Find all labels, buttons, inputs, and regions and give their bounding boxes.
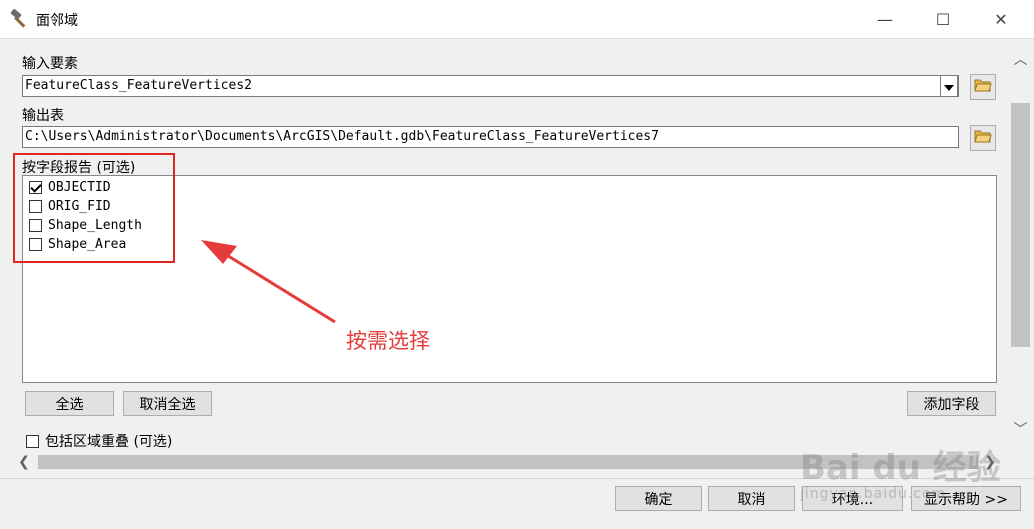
watermark-logo: Bai du 经验	[800, 448, 1001, 488]
window-title: 面邻域	[36, 13, 78, 29]
annotation-arrow-icon	[201, 240, 336, 324]
deselect-all-button[interactable]: 取消全选	[123, 391, 212, 416]
watermark-url: jingyan.baidu.com	[800, 486, 947, 502]
folder-open-icon	[974, 128, 992, 148]
annotation-text: 按需选择	[346, 329, 430, 353]
include-overlap-option[interactable]: 包括区域重叠 (可选)	[26, 432, 172, 450]
title-bar: 面邻域 — ☐ ✕	[0, 0, 1034, 38]
input-features-dropdown[interactable]: FeatureClass_FeatureVertices2	[22, 75, 959, 97]
minimize-button[interactable]: —	[862, 0, 908, 38]
browse-output-button[interactable]	[970, 125, 996, 151]
output-table-label: 输出表	[22, 108, 64, 124]
hammer-icon	[9, 8, 31, 30]
scrollbar-thumb[interactable]	[1011, 103, 1030, 347]
vertical-scrollbar[interactable]: ︿ ﹀	[1007, 39, 1034, 441]
close-button[interactable]: ✕	[978, 0, 1024, 38]
maximize-button[interactable]: ☐	[920, 0, 966, 38]
output-table-input[interactable]: C:\Users\Administrator\Documents\ArcGIS\…	[22, 126, 959, 148]
chevron-down-icon[interactable]	[940, 75, 958, 97]
add-field-button[interactable]: 添加字段	[907, 391, 996, 416]
folder-open-icon	[974, 77, 992, 97]
ok-button[interactable]: 确定	[615, 486, 702, 511]
browse-input-button[interactable]	[970, 74, 996, 100]
input-features-label: 输入要素	[22, 56, 78, 72]
scroll-left-icon[interactable]: ❮	[14, 452, 34, 472]
include-overlap-label: 包括区域重叠 (可选)	[45, 434, 173, 450]
include-overlap-checkbox[interactable]	[26, 434, 39, 448]
select-all-button[interactable]: 全选	[25, 391, 114, 416]
scroll-up-icon[interactable]: ︿	[1007, 49, 1034, 69]
highlight-box	[13, 153, 175, 263]
scroll-down-icon[interactable]: ﹀	[1007, 419, 1034, 439]
cancel-button[interactable]: 取消	[708, 486, 795, 511]
